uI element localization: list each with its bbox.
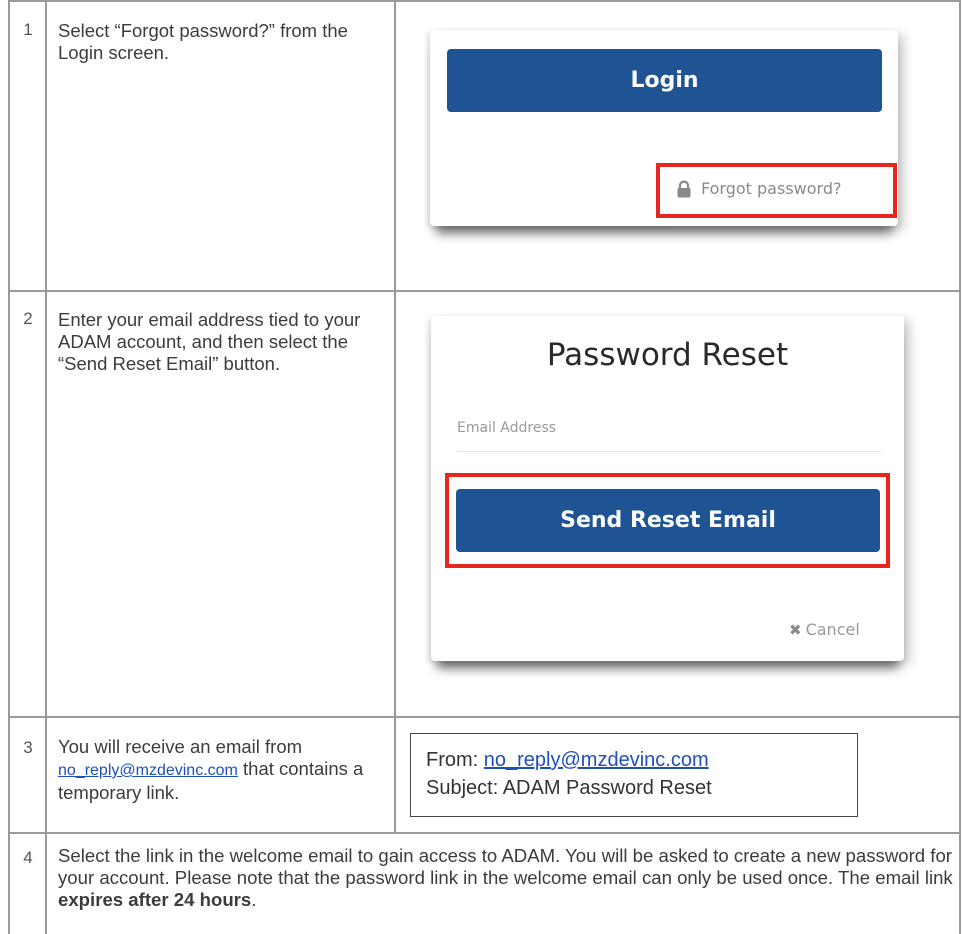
email-from-line: From: no_reply@mzdevinc.com [426,749,709,772]
row-divider-2 [8,716,961,718]
row-divider-3 [8,832,961,834]
email-field-underline [457,451,881,452]
number-column-divider [45,0,47,934]
send-reset-email-button[interactable]: Send Reset Email [456,489,880,552]
table-border-left [8,0,10,934]
row-divider-1 [8,290,961,292]
email-field[interactable]: Email Address [457,420,556,436]
step-text-end: . [251,889,257,910]
step-number: 1 [23,20,33,39]
forgot-password-label: Forgot password? [701,179,842,198]
step-number: 4 [23,848,33,867]
step-description: Select “Forgot password?” from the Login… [58,20,348,63]
table-border-right [959,0,961,934]
table-border-top [8,0,961,2]
step-number: 3 [23,738,33,757]
step-description: You will receive an email from no_reply@… [58,736,388,804]
login-screenshot: Login Forgot password? [430,30,898,226]
password-reset-screenshot: Password Reset Email Address Send Reset … [431,316,904,661]
expiry-note: expires after 24 hours [58,889,252,910]
email-subject: Subject: ADAM Password Reset [426,777,712,799]
step-text: Select the link in the welcome email to … [58,845,953,888]
instructions-table: 1 Select “Forgot password?” from the Log… [0,0,963,934]
forgot-password-link[interactable]: Forgot password? [676,179,841,198]
step-text: You will receive an email from [58,736,303,757]
email-preview: From: no_reply@mzdevinc.com Subject: ADA… [410,733,858,817]
close-icon: ✖ [789,620,802,639]
sender-email-link[interactable]: no_reply@mzdevinc.com [58,762,238,779]
cancel-button[interactable]: ✖ Cancel [789,620,860,639]
login-button[interactable]: Login [447,49,882,112]
step-description: Select the link in the welcome email to … [58,845,953,911]
screenshot-column-divider [394,0,396,833]
email-from-address[interactable]: no_reply@mzdevinc.com [484,749,709,771]
lock-icon [677,179,691,197]
email-from-label: From: [426,749,479,771]
cancel-label: Cancel [805,620,860,639]
step-number: 2 [23,309,33,328]
step-description: Enter your email address tied to your AD… [58,309,361,374]
password-reset-title: Password Reset [546,337,789,373]
